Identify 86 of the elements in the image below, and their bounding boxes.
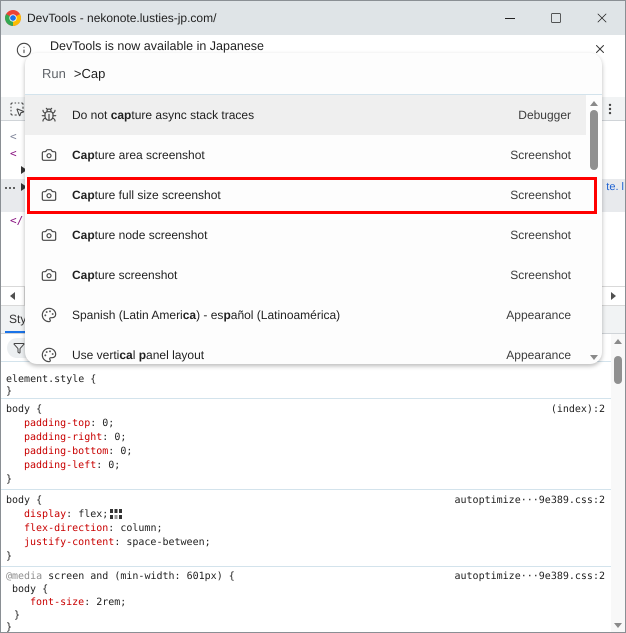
command-category: Appearance <box>506 347 571 364</box>
palette-icon <box>41 307 57 323</box>
html-tag: < <box>10 128 17 145</box>
css-property: padding-bottom <box>24 444 108 458</box>
expand-triangle-icon[interactable] <box>21 183 27 191</box>
closing-brace: } <box>14 608 20 622</box>
scrollbar-thumb[interactable] <box>614 356 622 384</box>
vertical-scrollbar[interactable] <box>611 334 625 632</box>
camera-icon <box>41 267 57 283</box>
closing-brace: } <box>6 384 12 398</box>
command-item[interactable]: Capture full size screenshot Screenshot <box>25 175 586 215</box>
camera-icon <box>41 147 57 163</box>
css-property: padding-left <box>24 458 96 472</box>
browser-logo-icon <box>5 10 21 26</box>
command-category: Screenshot <box>510 187 571 204</box>
source-link[interactable]: autoptimize···9e389.css:2 <box>454 568 605 584</box>
html-tag: < <box>10 145 17 162</box>
bug-icon <box>41 107 57 123</box>
filter-icon <box>13 342 25 354</box>
scroll-up-icon[interactable] <box>614 339 622 344</box>
css-property: padding-right <box>24 430 102 444</box>
command-category: Screenshot <box>510 267 571 284</box>
command-item[interactable]: Capture area screenshot Screenshot <box>25 135 586 175</box>
scroll-down-icon[interactable] <box>614 623 622 628</box>
maximize-icon <box>550 12 562 24</box>
command-label: Capture full size screenshot <box>72 187 221 204</box>
scroll-up-icon[interactable] <box>590 101 598 106</box>
info-icon <box>16 42 32 58</box>
closing-brace: } <box>6 620 12 632</box>
css-value: : 2rem; <box>84 596 126 610</box>
media-condition: screen and (min-width: 601px) { <box>48 570 235 584</box>
element-text: te. l <box>606 180 624 195</box>
command-item[interactable]: Use vertical panel layout Appearance <box>25 335 586 364</box>
right-arrow-icon <box>611 292 616 300</box>
css-selector: body { <box>6 494 42 508</box>
grid-badge-icon[interactable] <box>110 509 122 519</box>
css-value: : 0; <box>102 430 126 444</box>
closing-brace: } <box>6 550 12 564</box>
expand-triangle-icon[interactable] <box>21 166 27 174</box>
command-label: Capture screenshot <box>72 267 178 284</box>
css-value: : space-between; <box>114 536 211 550</box>
command-category: Debugger <box>518 107 571 124</box>
html-tag: </ <box>10 212 24 229</box>
css-value: : flex; <box>66 508 108 522</box>
close-icon <box>593 42 607 56</box>
scrollbar-thumb[interactable] <box>590 110 598 170</box>
command-item[interactable]: Do not capture async stack traces Debugger <box>25 95 586 135</box>
source-link[interactable]: autoptimize···9e389.css:2 <box>454 492 605 508</box>
command-category: Screenshot <box>510 227 571 244</box>
command-item[interactable]: Capture node screenshot Screenshot <box>25 215 586 255</box>
command-label: Capture node screenshot <box>72 227 208 244</box>
css-property: padding-top <box>24 416 90 430</box>
scroll-right-button[interactable] <box>601 287 625 305</box>
css-property: flex-direction <box>24 522 108 536</box>
close-infobar-button[interactable] <box>593 42 607 56</box>
source-link[interactable]: (index):2 <box>550 402 605 416</box>
palette-icon <box>41 347 57 363</box>
command-label: Do not capture async stack traces <box>72 107 254 124</box>
css-property: display <box>24 508 66 522</box>
camera-icon <box>41 227 57 243</box>
camera-icon <box>41 187 57 203</box>
closing-brace: } <box>6 472 12 486</box>
command-category: Screenshot <box>510 147 571 164</box>
css-value: : 0; <box>90 416 114 430</box>
css-property: font-size <box>30 596 84 610</box>
css-value: : 0; <box>96 458 120 472</box>
scroll-down-icon[interactable] <box>590 355 598 360</box>
css-property: justify-content <box>24 536 114 550</box>
left-arrow-icon <box>10 292 15 300</box>
css-selector: body { <box>12 582 48 596</box>
css-selector: element.style { <box>6 372 96 386</box>
css-selector: body { <box>6 402 42 416</box>
command-prefix: Run <box>42 64 66 83</box>
command-label: Capture area screenshot <box>72 147 205 164</box>
command-category: Appearance <box>506 307 571 324</box>
command-label: Spanish (Latin America) - español (Latinoamérica) <box>72 307 340 324</box>
inspect-element-icon[interactable] <box>9 100 25 116</box>
css-value: : 0; <box>108 444 132 458</box>
css-value: : column; <box>108 522 162 536</box>
command-label: Use vertical panel layout <box>72 347 204 364</box>
command-item[interactable]: Capture screenshot Screenshot <box>25 255 586 295</box>
window-title: DevTools - nekonote.lusties-jp.com/ <box>27 10 216 27</box>
scroll-left-button[interactable] <box>1 287 25 305</box>
at-rule-keyword: @media <box>6 570 42 584</box>
infobar-message: DevTools is now available in Japanese <box>50 39 264 54</box>
command-input[interactable]: >Cap <box>74 62 602 86</box>
